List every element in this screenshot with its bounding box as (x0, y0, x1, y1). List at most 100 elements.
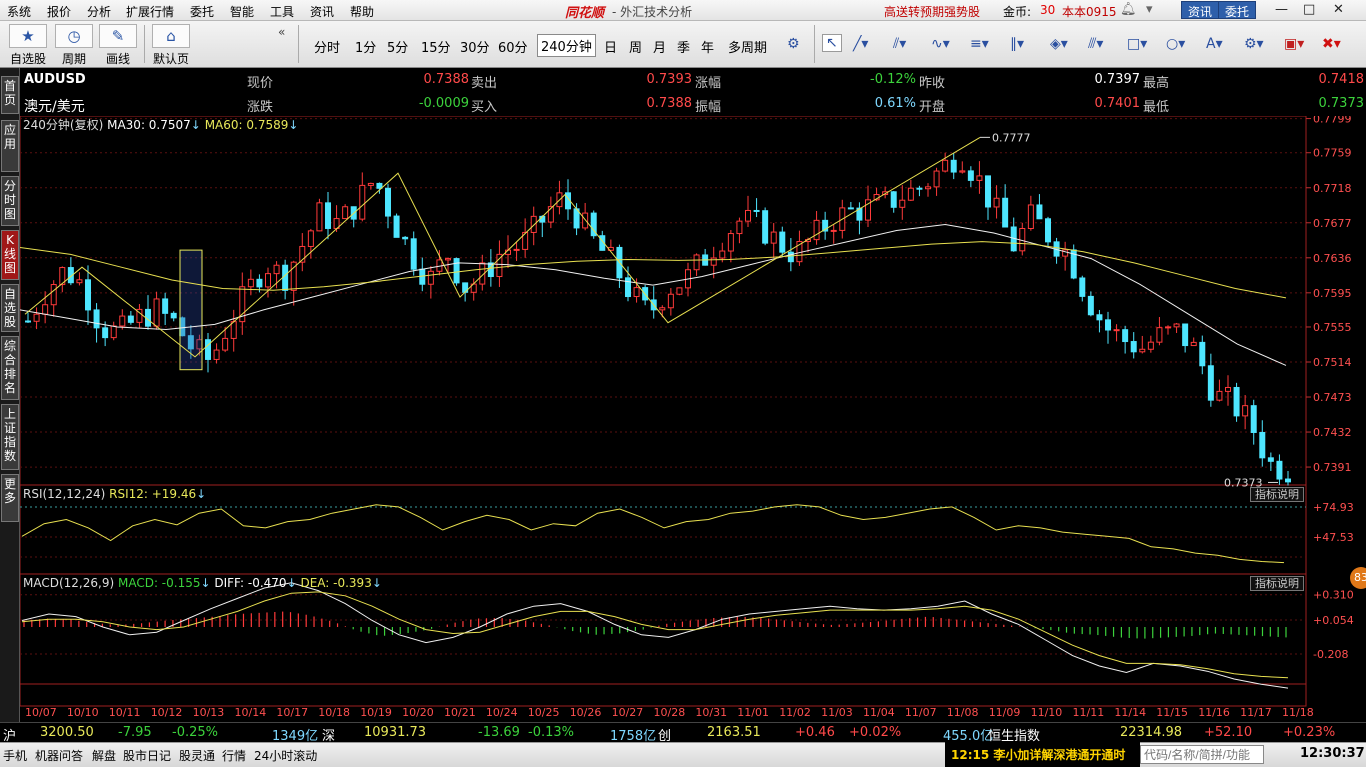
sidebar-tab-watchlist[interactable]: 自选股 (1, 284, 19, 332)
taskbar-qa[interactable]: 机器问答 (35, 747, 83, 764)
menu-extended-market[interactable]: 扩展行情 (126, 3, 174, 20)
candle-body (265, 273, 271, 288)
bell-icon[interactable]: 🔔︎ (1120, 2, 1137, 17)
period-1min[interactable]: 1分 (355, 37, 376, 56)
minimize-icon[interactable]: — (1275, 2, 1288, 17)
menu-news[interactable]: 资讯 (310, 3, 334, 20)
sidebar-tab-kline[interactable]: K线图 (1, 230, 19, 280)
ellipse-tool-icon[interactable]: ○▾ (1166, 36, 1185, 52)
close-icon[interactable]: ✕ (1333, 2, 1344, 17)
menu-system[interactable]: 系统 (7, 3, 31, 20)
draw-line-button[interactable]: ✎ 画线 (98, 24, 138, 67)
macd-indicator-help-button[interactable]: 指标说明 (1250, 576, 1304, 591)
period-timeshare[interactable]: 分时 (314, 37, 340, 56)
period-5min[interactable]: 5分 (387, 37, 408, 56)
macd-arrow-icon: ↓ (200, 576, 211, 590)
sidebar-tab-home-label: 首页 (3, 79, 16, 107)
menu-tools[interactable]: 工具 (270, 3, 294, 20)
taskbar-analysis[interactable]: 解盘 (92, 747, 116, 764)
text-tool-icon[interactable]: A▾ (1206, 36, 1223, 52)
rsi-arrow-icon: ↓ (196, 487, 207, 501)
search-input[interactable] (1140, 745, 1264, 764)
candle-body (1156, 327, 1163, 343)
taskbar-mobile[interactable]: 手机 (3, 747, 27, 764)
date-tick-label: 11/03 (821, 706, 853, 719)
menu-smart[interactable]: 智能 (230, 3, 254, 20)
candle-body (33, 313, 40, 322)
date-tick-label: 11/14 (1114, 706, 1146, 719)
period-240min[interactable]: 240分钟 (537, 34, 596, 57)
watchlist-button[interactable]: ★ 自选股 (8, 24, 48, 67)
menu-trade[interactable]: 委托 (190, 3, 214, 20)
sidebar-tab-shanghai-index[interactable]: 上证指数 (1, 404, 19, 470)
kline-chart[interactable]: 0.77770.7373 0.77990.77590.77180.76770.7… (20, 116, 1366, 722)
candle-body (530, 215, 537, 233)
period-day[interactable]: 日 (604, 37, 617, 56)
period-60min[interactable]: 60分 (498, 37, 528, 56)
rectangle-tool-icon[interactable]: □▾ (1127, 36, 1147, 52)
sidebar-tab-timeshare[interactable]: 分时图 (1, 176, 19, 226)
period-30min[interactable]: 30分 (460, 37, 490, 56)
taskbar-stockagent[interactable]: 股灵通 (179, 747, 215, 764)
watchlist-label: 自选股 (9, 52, 46, 66)
taskbar-market[interactable]: 行情 (222, 747, 246, 764)
sidebar-tab-more[interactable]: 更多 (1, 474, 19, 522)
period-multi[interactable]: 多周期 (728, 37, 767, 56)
taskbar-24h-news[interactable]: 24小时滚动 (254, 747, 317, 764)
candle-body (110, 325, 117, 339)
news-ticker[interactable]: 12:15 李小加详解深港通开通时 (945, 742, 1140, 767)
menu-analysis[interactable]: 分析 (87, 3, 111, 20)
date-tick-label: 10/27 (612, 706, 644, 719)
price-tick-label: 0.7473 (1313, 391, 1352, 404)
candle-body (1267, 457, 1274, 462)
gann-tool-icon[interactable]: ∥▾ (1010, 36, 1024, 52)
trade-button[interactable]: 委托 (1218, 1, 1257, 19)
promo-link[interactable]: 高送转预期强势股 (884, 3, 980, 20)
menu-help[interactable]: 帮助 (350, 3, 374, 20)
parallel-line-icon[interactable]: ⫽▾ (893, 36, 906, 52)
channel-tool-icon[interactable]: ◈▾ (1050, 36, 1068, 52)
period-month[interactable]: 月 (653, 37, 666, 56)
fib-tool-icon[interactable]: ≡▾ (970, 36, 989, 52)
maximize-icon[interactable]: □ (1303, 2, 1315, 17)
value-current-price: 0.7388 (423, 72, 470, 87)
candle-body (916, 187, 923, 190)
menu-quote[interactable]: 报价 (47, 3, 71, 20)
delete-lines-icon[interactable]: ✖▾ (1322, 36, 1341, 52)
candle-body (676, 287, 683, 295)
dea-value: DEA: -0.393 (300, 576, 372, 590)
line-tool-icon[interactable]: ╱▾ (853, 36, 868, 52)
cursor-icon[interactable]: ↖ (822, 34, 842, 52)
settings-gear-icon[interactable]: ⚙ (787, 36, 800, 52)
account-name[interactable]: 本本0915 (1062, 3, 1117, 20)
wave-tool-icon[interactable]: ∿▾ (931, 36, 950, 52)
save-lines-icon[interactable]: ▣▾ (1284, 36, 1304, 52)
period-year[interactable]: 年 (701, 37, 714, 56)
period-label: 周期 (61, 52, 86, 66)
rsi-indicator-help-button[interactable]: 指标说明 (1250, 487, 1304, 502)
period-15min[interactable]: 15分 (421, 37, 451, 56)
taskbar-diary[interactable]: 股市日记 (123, 747, 171, 764)
sidebar-tab-ranking[interactable]: 综合排名 (1, 336, 19, 400)
info-button[interactable]: 资讯 (1181, 1, 1220, 19)
candle-body (1233, 386, 1240, 417)
draw-line-label: 画线 (105, 52, 130, 66)
value-ask: 0.7393 (646, 72, 693, 87)
shirt-icon[interactable]: ▾ (1146, 2, 1153, 17)
date-tick-label: 10/24 (486, 706, 518, 719)
collapse-icon[interactable]: « (278, 25, 285, 39)
notification-badge[interactable]: 83 (1350, 567, 1366, 589)
period-week[interactable]: 周 (629, 37, 642, 56)
sidebar-tab-home[interactable]: 首页 (1, 76, 19, 114)
rsi-tick-label: +47.53 (1313, 531, 1354, 544)
macd-tick-label: +0.310 (1313, 589, 1354, 602)
date-tick-label: 10/12 (151, 706, 183, 719)
period-button[interactable]: ◷ 周期 (54, 24, 94, 67)
rsi-name: RSI(12,12,24) (23, 487, 106, 501)
default-page-button[interactable]: ⌂ 默认页 (150, 24, 192, 67)
sidebar-tab-apps[interactable]: 应用 (1, 120, 19, 172)
period-quarter[interactable]: 季 (677, 37, 690, 56)
draw-settings-icon[interactable]: ⚙▾ (1244, 36, 1264, 52)
default-page-label: 默认页 (152, 52, 189, 66)
channel-tool2-icon[interactable]: ⫻▾ (1088, 36, 1103, 52)
